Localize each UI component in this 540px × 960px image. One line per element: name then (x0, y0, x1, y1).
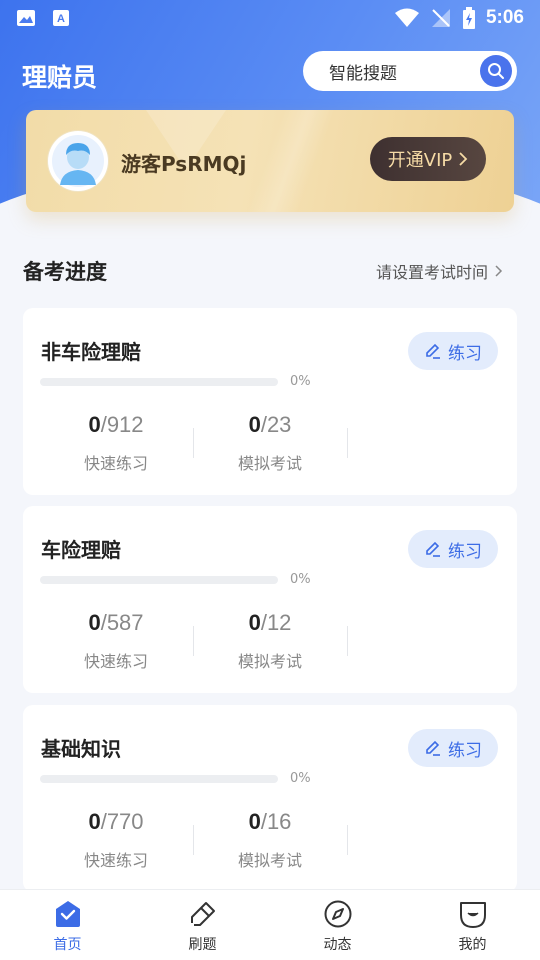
mock-exam-label: 模拟考试 (237, 851, 302, 870)
quick-practice-label: 快速练习 (83, 851, 148, 870)
compass-icon (324, 900, 351, 928)
practice-label: 练习 (448, 343, 482, 364)
edit-icon (426, 740, 440, 756)
quick-practice-label: 快速练习 (83, 652, 148, 671)
quick-practice-label: 快速练习 (83, 454, 148, 473)
quick-practice-done: 0 (88, 809, 101, 834)
quick-practice-done: 0 (88, 412, 101, 437)
practice-label: 练习 (448, 541, 482, 562)
nav-item-home[interactable]: 首页 (0, 890, 135, 960)
search-placeholder: 智能搜题 (329, 63, 397, 84)
svg-text:A: A (57, 13, 65, 25)
edit-icon (426, 343, 440, 359)
mock-exam-stat[interactable]: 0/23 模拟考试 (193, 412, 347, 474)
progress-percent: 0% (290, 374, 311, 389)
mock-exam-done: 0 (248, 809, 261, 834)
text-notification-icon: A (52, 9, 70, 27)
divider (347, 825, 348, 855)
nav-item-practice[interactable]: 刷题 (135, 890, 270, 960)
bottom-nav: 首页 刷题 动态 我的 (0, 889, 540, 960)
progress-percent: 0% (290, 572, 311, 587)
mock-exam-stat[interactable]: 0/12 模拟考试 (193, 610, 347, 672)
search-icon (488, 63, 504, 79)
search-button[interactable] (480, 55, 512, 87)
wifi-icon (394, 8, 420, 28)
practice-button[interactable]: 练习 (408, 332, 498, 370)
course-title: 车险理赔 (41, 538, 121, 562)
course-card: 车险理赔 练习 0% 0/587 快速练习 0/12 模拟考试 (23, 506, 517, 693)
progress-bar (40, 378, 278, 386)
pencil-icon (190, 902, 215, 926)
mock-exam-total: /23 (260, 412, 292, 437)
progress-bar (40, 576, 278, 584)
set-exam-time-label: 请设置考试时间 (376, 263, 489, 282)
mock-exam-label: 模拟考试 (237, 454, 302, 473)
profile-icon (459, 902, 486, 928)
app-title: 理赔员 (22, 63, 98, 92)
mock-exam-total: /16 (260, 809, 292, 834)
chevron-right-icon (459, 152, 468, 166)
home-icon (55, 901, 80, 927)
practice-button[interactable]: 练习 (408, 530, 498, 568)
chevron-right-icon (495, 265, 503, 277)
course-title: 基础知识 (41, 737, 121, 761)
quick-practice-total: /770 (100, 809, 144, 834)
nav-label-home: 首页 (53, 937, 82, 953)
mock-exam-done: 0 (248, 412, 261, 437)
section-title: 备考进度 (23, 260, 107, 284)
nav-label-profile: 我的 (458, 937, 487, 953)
vip-card: 游客PsRMQj 开通VIP (26, 110, 514, 212)
nav-item-profile[interactable]: 我的 (405, 890, 540, 960)
status-time: 5:06 (485, 7, 524, 28)
quick-practice-stat[interactable]: 0/587 快速练习 (39, 610, 193, 672)
mock-exam-stat[interactable]: 0/16 模拟考试 (193, 809, 347, 871)
mock-exam-label: 模拟考试 (237, 652, 302, 671)
nav-item-feed[interactable]: 动态 (270, 890, 405, 960)
battery-charging-icon (462, 7, 476, 29)
quick-practice-done: 0 (88, 610, 101, 635)
image-notification-icon (16, 9, 36, 27)
progress-bar (40, 775, 278, 783)
course-card: 基础知识 练习 0% 0/770 快速练习 0/16 模拟考试 (23, 705, 517, 892)
edit-icon (426, 541, 440, 557)
search-bar[interactable]: 智能搜题 (303, 51, 517, 91)
set-exam-time-link[interactable]: 请设置考试时间 (376, 259, 503, 283)
open-vip-label: 开通VIP (387, 150, 453, 171)
username: 游客PsRMQj (121, 152, 247, 176)
open-vip-button[interactable]: 开通VIP (370, 137, 486, 181)
nav-label-practice: 刷题 (188, 937, 217, 953)
progress-percent: 0% (290, 771, 311, 786)
avatar[interactable] (48, 131, 108, 191)
status-bar: A 5:06 (0, 0, 540, 36)
mock-exam-done: 0 (248, 610, 261, 635)
quick-practice-stat[interactable]: 0/912 快速练习 (39, 412, 193, 474)
divider (347, 428, 348, 458)
course-title: 非车险理赔 (41, 340, 141, 364)
divider (347, 626, 348, 656)
practice-button[interactable]: 练习 (408, 729, 498, 767)
no-signal-icon (430, 8, 452, 28)
quick-practice-total: /587 (100, 610, 144, 635)
course-card: 非车险理赔 练习 0% 0/912 快速练习 0/23 模拟考试 (23, 308, 517, 495)
mock-exam-total: /12 (260, 610, 292, 635)
practice-label: 练习 (448, 740, 482, 761)
quick-practice-stat[interactable]: 0/770 快速练习 (39, 809, 193, 871)
nav-label-feed: 动态 (323, 937, 352, 953)
quick-practice-total: /912 (100, 412, 144, 437)
